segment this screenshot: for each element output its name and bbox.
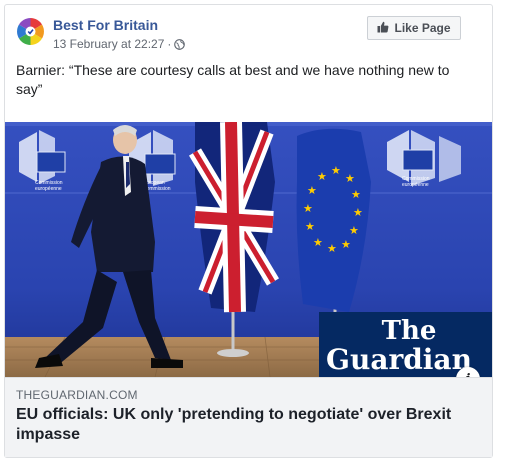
like-page-button[interactable]: Like Page <box>367 16 461 40</box>
meta-separator: · <box>167 37 172 51</box>
banner-text: européenne <box>35 186 62 192</box>
link-domain: THEGUARDIAN.COM <box>16 388 138 402</box>
banner-text: européenne <box>402 182 429 188</box>
link-caption[interactable]: THEGUARDIAN.COM EU officials: UK only 'p… <box>5 377 492 457</box>
link-preview-card[interactable]: Commission européenne European Commissio… <box>5 122 492 457</box>
svg-text:★: ★ <box>307 184 317 197</box>
svg-text:★: ★ <box>345 172 355 185</box>
link-preview-image[interactable]: Commission européenne European Commissio… <box>5 122 492 377</box>
globe-icon[interactable] <box>174 38 186 50</box>
svg-text:★: ★ <box>313 236 323 249</box>
svg-text:★: ★ <box>331 164 341 177</box>
svg-text:★: ★ <box>351 188 361 201</box>
svg-text:★: ★ <box>349 224 359 237</box>
guardian-logo-line2: Guardian <box>326 343 472 376</box>
like-page-label: Like Page <box>394 21 451 35</box>
svg-text:★: ★ <box>317 170 327 183</box>
svg-text:★: ★ <box>327 242 337 255</box>
svg-text:★: ★ <box>353 206 363 219</box>
post-meta: 13 February at 22:27 · <box>53 37 186 51</box>
page-name-link[interactable]: Best For Britain <box>53 17 158 33</box>
facebook-post: Best For Britain 13 February at 22:27 · … <box>4 4 493 458</box>
guardian-logo-line1: The <box>382 316 437 346</box>
svg-text:★: ★ <box>303 202 313 215</box>
thumbs-up-icon <box>377 21 389 36</box>
link-headline[interactable]: EU officials: UK only 'pretending to neg… <box>16 405 476 445</box>
svg-text:★: ★ <box>341 238 351 251</box>
svg-text:★: ★ <box>305 220 315 233</box>
page-avatar[interactable] <box>16 17 45 46</box>
post-body-text: Barnier: “These are courtesy calls at be… <box>16 62 450 97</box>
post-timestamp[interactable]: 13 February at 22:27 <box>53 37 164 51</box>
